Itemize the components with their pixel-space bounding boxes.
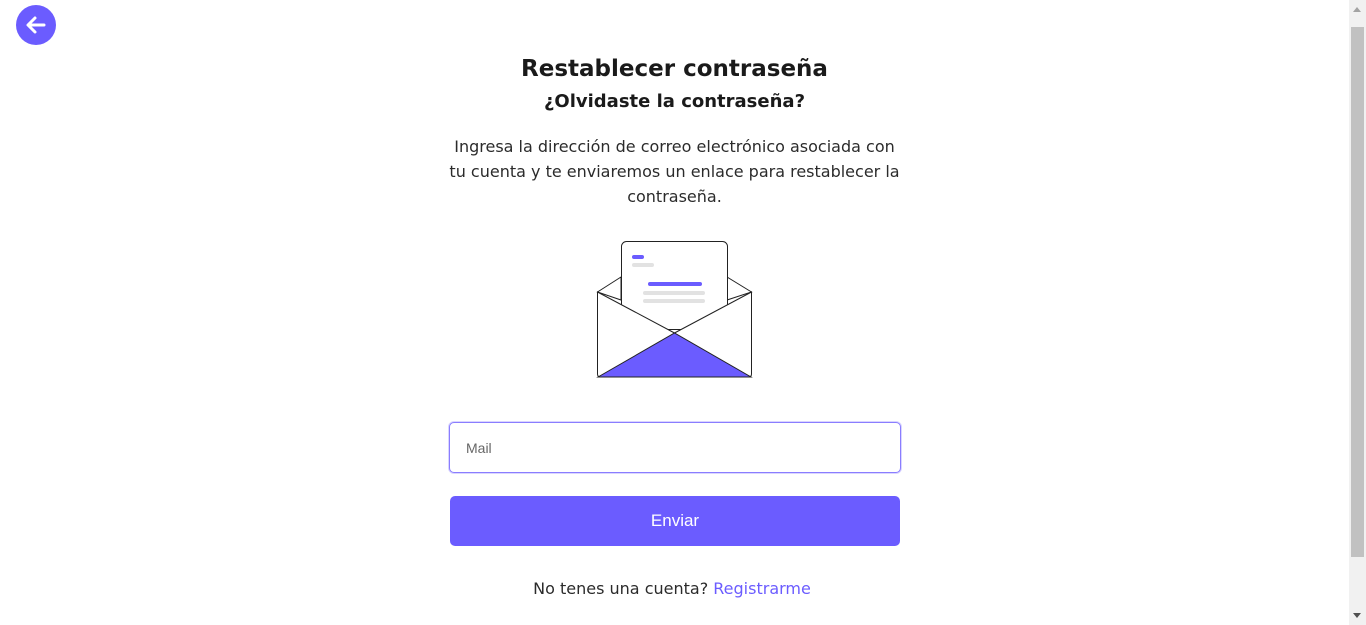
register-question: No tenes una cuenta? — [533, 579, 709, 598]
page-subtitle: ¿Olvidaste la contraseña? — [543, 91, 806, 112]
vertical-scrollbar[interactable] — [1349, 0, 1366, 625]
register-link[interactable]: Registrarme — [713, 579, 811, 598]
open-envelope-icon — [596, 241, 753, 378]
instructions-text: Ingresa la dirección de correo electróni… — [449, 137, 900, 206]
send-button[interactable]: Enviar — [450, 496, 900, 546]
mail-input[interactable] — [449, 422, 901, 473]
back-button[interactable] — [16, 5, 56, 45]
reset-password-page: Restablecer contraseña ¿Olvidaste la con… — [0, 0, 1366, 625]
scroll-down-icon[interactable] — [1353, 613, 1361, 618]
arrow-left-icon — [26, 16, 46, 34]
scrollbar-thumb[interactable] — [1351, 27, 1364, 557]
register-prompt: No tenes una cuenta? Registrarme — [0, 579, 1344, 598]
scroll-up-icon[interactable] — [1353, 7, 1361, 12]
page-title: Restablecer contraseña — [521, 56, 828, 82]
